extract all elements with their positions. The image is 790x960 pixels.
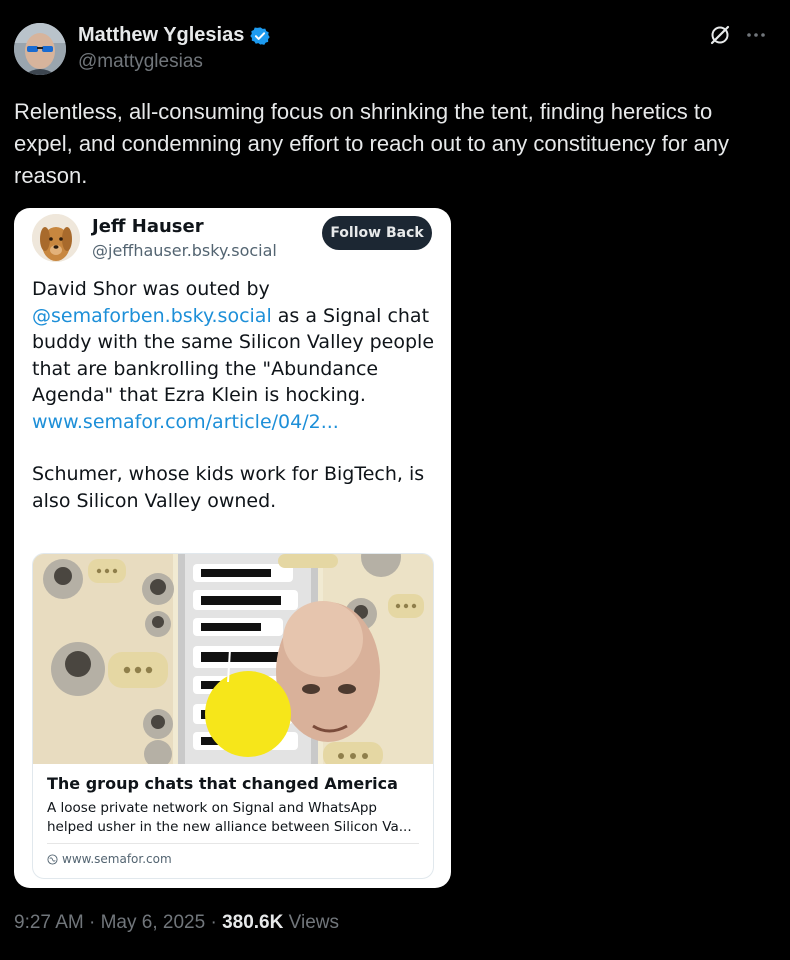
tweet-time[interactable]: 9:27 AM	[14, 912, 84, 933]
author-handle[interactable]: @mattyglesias	[78, 51, 203, 73]
globe-icon	[47, 853, 58, 865]
embed-mention-link: @semaforben.bsky.social	[32, 304, 272, 327]
embed-article-link: www.semafor.com/article/04/2...	[32, 410, 339, 433]
embed-text-part1: David Shor was outed by	[32, 278, 270, 300]
card-divider	[47, 843, 419, 844]
tweet-date[interactable]: May 6, 2025	[101, 912, 206, 933]
tweet: Matthew Yglesias @mattyglesias Relentles…	[0, 0, 790, 960]
card-domain-text: www.semafor.com	[62, 852, 172, 866]
card-title: The group chats that changed America	[47, 774, 398, 793]
tweet-text: Relentless, all-consuming focus on shrin…	[14, 99, 730, 188]
embed-text-part3: Schumer, whose kids work for BigTech, is…	[32, 463, 425, 512]
embed-author-handle: @jeffhauser.bsky.social	[92, 241, 277, 260]
views-label: Views	[288, 912, 339, 933]
meta-separator: ·	[89, 912, 96, 933]
card-description: A loose private network on Signal and Wh…	[47, 800, 412, 835]
tweet-meta: 9:27 AM · May 6, 2025 · 380.6K Views	[14, 912, 339, 934]
embed-author-avatar	[32, 214, 80, 262]
more-options-icon[interactable]	[745, 24, 767, 46]
card-domain: www.semafor.com	[47, 852, 172, 866]
author-avatar[interactable]	[14, 23, 66, 75]
views-count[interactable]: 380.6K	[222, 912, 283, 933]
meta-separator: ·	[210, 912, 217, 933]
author-name[interactable]: Matthew Yglesias	[78, 24, 271, 47]
embed-author-name: Jeff Hauser	[92, 216, 204, 237]
follow-back-button: Follow Back	[322, 216, 432, 250]
grok-icon[interactable]	[709, 24, 731, 46]
verified-badge-icon	[250, 26, 271, 46]
embed-post-text: David Shor was outed by @semaforben.bsky…	[32, 276, 442, 514]
link-preview-card: The group chats that changed America A l…	[32, 553, 434, 879]
card-illustration	[33, 554, 433, 764]
author-name-text[interactable]: Matthew Yglesias	[78, 24, 244, 47]
embedded-post-image[interactable]: Jeff Hauser @jeffhauser.bsky.social Foll…	[14, 208, 451, 888]
